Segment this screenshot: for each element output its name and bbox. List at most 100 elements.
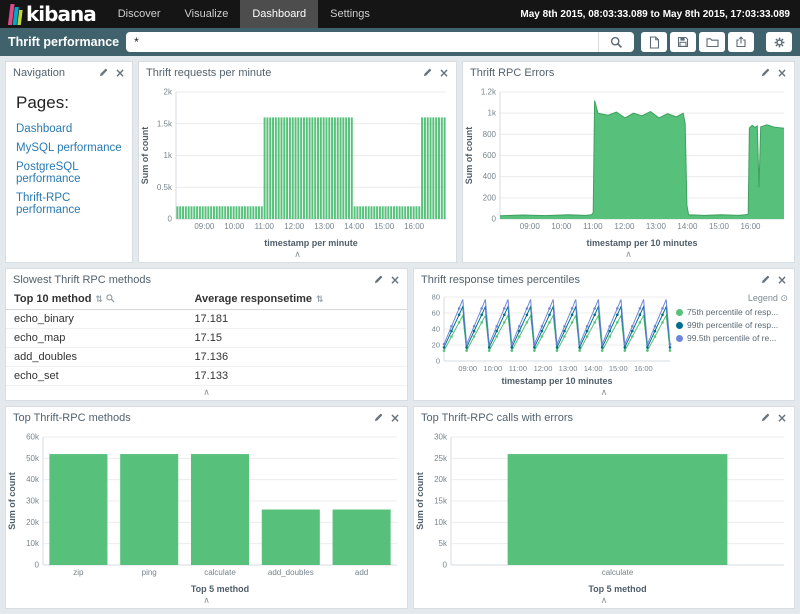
panel-collapse-button[interactable]: ∧ <box>414 387 794 400</box>
svg-text:16:00: 16:00 <box>634 364 653 373</box>
svg-text:30k: 30k <box>434 433 448 442</box>
panel-collapse-button[interactable]: ∧ <box>463 249 794 262</box>
panel-collapse-button[interactable]: ∧ <box>6 387 407 400</box>
svg-text:10:00: 10:00 <box>483 364 502 373</box>
svg-text:16:00: 16:00 <box>740 222 761 231</box>
panel-collapse-button[interactable]: ∧ <box>6 595 407 608</box>
close-panel-icon[interactable]: × <box>777 412 787 424</box>
save-dashboard-button[interactable] <box>670 32 696 52</box>
table-row: add_doubles17.136 <box>6 348 407 367</box>
svg-text:11:00: 11:00 <box>583 222 603 231</box>
panel-collapse-button[interactable]: ∧ <box>139 249 456 262</box>
legend-item[interactable]: 99th percentile of resp... <box>676 320 788 330</box>
svg-text:Sum of count: Sum of count <box>140 127 150 185</box>
svg-text:10k: 10k <box>434 518 448 527</box>
load-dashboard-button[interactable] <box>699 32 725 52</box>
close-panel-icon[interactable]: × <box>777 274 787 286</box>
close-panel-icon[interactable]: × <box>439 67 449 79</box>
collapse-chevron-icon: ∧ <box>625 251 632 260</box>
time-range-picker[interactable]: May 8th 2015, 08:03:33.089 to May 8th 20… <box>520 0 800 28</box>
legend-toggle-icon: ⊙ <box>780 294 788 304</box>
search-button[interactable] <box>598 32 634 52</box>
svg-text:add_doubles: add_doubles <box>268 568 314 577</box>
svg-text:40: 40 <box>432 325 440 334</box>
svg-text:14:00: 14:00 <box>677 222 698 231</box>
panel-title: Navigation <box>13 67 99 79</box>
svg-text:12:00: 12:00 <box>284 222 305 231</box>
svg-text:calculate: calculate <box>602 568 634 577</box>
svg-text:16:00: 16:00 <box>404 222 425 231</box>
svg-text:09:00: 09:00 <box>520 222 541 231</box>
panel-title: Thrift requests per minute <box>146 67 423 79</box>
svg-text:5k: 5k <box>439 539 448 548</box>
close-panel-icon[interactable]: × <box>115 67 125 79</box>
dashboard-title: Thrift performance <box>8 35 119 49</box>
tab-visualize[interactable]: Visualize <box>173 0 241 28</box>
legend-item[interactable]: 99.5th percentile of re... <box>676 333 788 343</box>
collapse-chevron-icon: ∧ <box>601 597 608 606</box>
kibana-logo[interactable]: kibana <box>0 0 106 28</box>
dashboard-settings-button[interactable] <box>766 32 792 52</box>
collapse-chevron-icon: ∧ <box>203 389 210 398</box>
table-row: echo_map17.15 <box>6 329 407 348</box>
tab-dashboard[interactable]: Dashboard <box>240 0 318 28</box>
svg-text:Sum of count: Sum of count <box>7 472 17 530</box>
edit-panel-icon[interactable] <box>761 275 770 284</box>
nav-link-thrift-rpc-performance[interactable]: Thrift-RPC performance <box>16 192 122 216</box>
legend-item[interactable]: 75th percentile of resp... <box>676 307 788 317</box>
panel-title: Top Thrift-RPC methods <box>13 412 374 424</box>
svg-text:11:00: 11:00 <box>509 364 527 373</box>
svg-text:1k: 1k <box>488 109 497 118</box>
edit-panel-icon[interactable] <box>761 68 770 77</box>
edit-panel-icon[interactable] <box>761 413 770 422</box>
edit-panel-icon[interactable] <box>99 68 108 77</box>
edit-panel-icon[interactable] <box>374 413 383 422</box>
edit-panel-icon[interactable] <box>374 275 383 284</box>
dashboard-grid: Navigation × Pages: DashboardMySQL perfo… <box>0 56 800 614</box>
nav-link-postgresql-performance[interactable]: PostgreSQL performance <box>16 161 122 185</box>
legend-toggle[interactable]: Legend ⊙ <box>676 293 788 304</box>
svg-text:1.5k: 1.5k <box>157 119 173 128</box>
svg-text:13:00: 13:00 <box>314 222 335 231</box>
column-search-icon[interactable] <box>106 294 115 303</box>
panel-title: Thrift response times percentiles <box>421 274 761 286</box>
tab-settings[interactable]: Settings <box>318 0 382 28</box>
new-dashboard-button[interactable] <box>641 32 667 52</box>
legend-color-dot <box>676 322 683 329</box>
nav-link-dashboard[interactable]: Dashboard <box>16 123 122 135</box>
response-percentiles-chart: 02040608009:0010:0011:0012:0013:0014:001… <box>414 290 676 387</box>
svg-text:50k: 50k <box>26 454 40 463</box>
svg-text:25k: 25k <box>434 454 448 463</box>
svg-text:15:00: 15:00 <box>609 364 628 373</box>
share-dashboard-button[interactable] <box>728 32 754 52</box>
edit-panel-icon[interactable] <box>423 68 432 77</box>
svg-text:15:00: 15:00 <box>374 222 395 231</box>
close-panel-icon[interactable]: × <box>390 274 400 286</box>
panel-title: Slowest Thrift RPC methods <box>13 274 374 286</box>
table-sort-header[interactable]: Average responsetime⇅ <box>186 290 407 310</box>
svg-text:09:00: 09:00 <box>458 364 477 373</box>
svg-text:zip: zip <box>73 568 84 577</box>
query-input[interactable] <box>126 32 598 52</box>
panel-thrift-response-times-percentiles: Thrift response times percentiles × 0204… <box>413 268 795 401</box>
svg-text:Top 5 method: Top 5 method <box>191 584 249 594</box>
collapse-chevron-icon: ∧ <box>601 389 608 398</box>
panel-collapse-button[interactable]: ∧ <box>414 595 794 608</box>
svg-text:Top 5 method: Top 5 method <box>588 584 646 594</box>
panel-top-thrift-rpc-methods: Top Thrift-RPC methods × 010k20k30k40k50… <box>5 406 408 609</box>
sort-icon: ⇅ <box>95 295 103 305</box>
legend-items: 75th percentile of resp... 99th percentil… <box>676 307 788 343</box>
tab-discover[interactable]: Discover <box>106 0 173 28</box>
svg-text:add: add <box>355 568 368 577</box>
panel-thrift-rpc-errors: Thrift RPC Errors × 02004006008001k1.2k0… <box>462 61 795 263</box>
svg-text:12:00: 12:00 <box>534 364 553 373</box>
svg-text:0: 0 <box>443 561 448 570</box>
svg-text:0: 0 <box>35 561 40 570</box>
top-errors-chart: 05k10k15k20k25k30kcalculateTop 5 methodS… <box>414 428 794 595</box>
nav-link-mysql-performance[interactable]: MySQL performance <box>16 142 122 154</box>
close-panel-icon[interactable]: × <box>390 412 400 424</box>
close-panel-icon[interactable]: × <box>777 67 787 79</box>
table-sort-header[interactable]: Top 10 method⇅ <box>6 290 186 310</box>
svg-text:timestamp per 10 minutes: timestamp per 10 minutes <box>586 238 697 248</box>
panel-title: Top Thrift-RPC calls with errors <box>421 412 761 424</box>
